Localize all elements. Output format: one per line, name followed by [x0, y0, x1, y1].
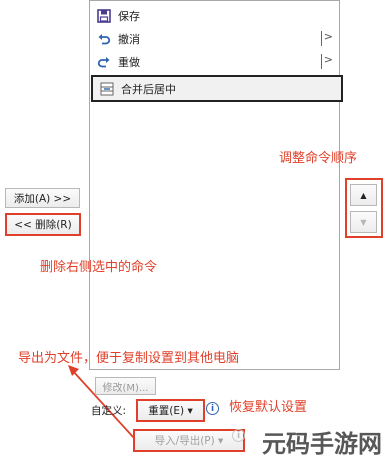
- command-list[interactable]: 保存 撤消 > 重做 > 合并后居中: [89, 0, 343, 370]
- import-export-button[interactable]: 导入/导出(P) ▾: [133, 429, 245, 452]
- info-icon-disabled: i: [232, 429, 245, 442]
- remove-button-label: << 删除(R): [14, 219, 72, 231]
- reset-button[interactable]: 重置(E) ▾: [136, 399, 205, 422]
- command-label: 合并后居中: [121, 82, 176, 96]
- chevron-right-icon[interactable]: >: [324, 30, 333, 43]
- annotation-reorder: 调整命令顺序: [279, 151, 358, 166]
- chevron-right-icon[interactable]: >: [324, 53, 333, 66]
- submenu-separator: [321, 31, 322, 46]
- reset-button-label: 重置(E) ▾: [148, 405, 193, 417]
- undo-icon: [92, 32, 116, 46]
- command-label: 重做: [118, 55, 140, 69]
- annotation-reset: 恢复默认设置: [229, 400, 308, 415]
- merge-center-icon: [95, 82, 119, 96]
- submenu-separator: [321, 54, 322, 69]
- add-button[interactable]: 添加(A) >>: [5, 188, 80, 208]
- modify-button-label: 修改(M)...: [102, 382, 149, 394]
- command-item-merge-center[interactable]: 合并后居中: [91, 75, 343, 102]
- annotation-delete: 删除右侧选中的命令: [40, 260, 158, 275]
- arrow-down-icon: ▼: [360, 217, 367, 227]
- command-label: 保存: [118, 9, 140, 23]
- save-icon: [92, 8, 116, 23]
- command-item-save[interactable]: 保存: [90, 4, 339, 27]
- command-item-redo[interactable]: 重做 >: [90, 50, 339, 73]
- info-icon[interactable]: i: [206, 402, 219, 415]
- remove-button[interactable]: << 删除(R): [5, 213, 81, 236]
- watermark-logo: 元码手游网: [262, 430, 382, 458]
- add-button-label: 添加(A) >>: [13, 192, 72, 205]
- command-label: 撤消: [118, 32, 140, 46]
- arrow-up-icon: ▲: [360, 190, 367, 200]
- customize-label: 自定义:: [91, 405, 127, 417]
- command-item-undo[interactable]: 撤消 >: [90, 27, 339, 50]
- import-export-button-label: 导入/导出(P) ▾: [154, 435, 224, 447]
- move-up-button[interactable]: ▲: [350, 184, 377, 206]
- modify-button[interactable]: 修改(M)...: [95, 377, 156, 395]
- redo-icon: [92, 55, 116, 69]
- move-down-button[interactable]: ▼: [350, 211, 377, 233]
